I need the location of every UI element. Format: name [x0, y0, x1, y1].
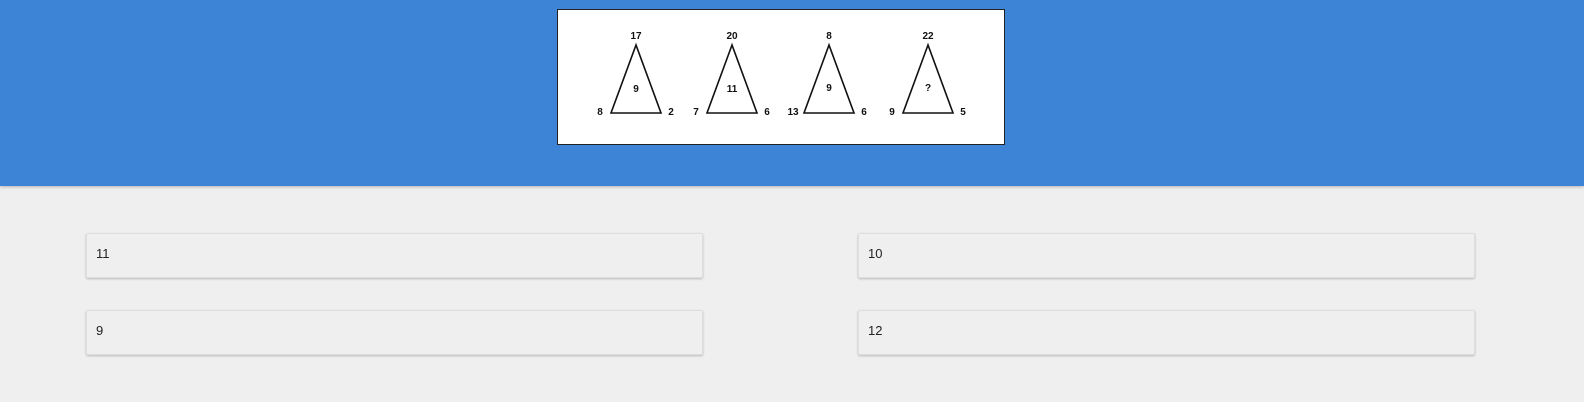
triangle-4-top: 22	[922, 31, 934, 42]
triangle-3-top: 8	[826, 31, 832, 42]
triangle-2-top: 20	[726, 31, 738, 42]
triangle-2-left: 7	[693, 107, 699, 118]
triangle-2-shape	[705, 42, 759, 114]
answer-option-4-label: 12	[868, 323, 883, 338]
answer-option-1-label: 11	[96, 246, 110, 261]
triangle-4-right: 5	[960, 107, 966, 118]
answer-option-2-label: 10	[868, 246, 883, 261]
answer-option-2[interactable]: 10	[858, 233, 1475, 278]
triangle-4-left: 9	[889, 107, 895, 118]
triangle-4-center: ?	[925, 83, 931, 94]
answer-option-4[interactable]: 12	[858, 310, 1475, 355]
triangle-1-shape	[609, 42, 663, 114]
triangle-1: 17 9 8 2	[597, 31, 674, 118]
triangle-1-right: 2	[668, 107, 674, 118]
triangle-3-left: 13	[787, 107, 799, 118]
triangle-puzzle: 17 9 8 2 20 11 7 6 8 9 13 6 22 ? 9 5	[597, 31, 966, 118]
triangle-2-center: 11	[727, 84, 738, 95]
triangle-3: 8 9 13 6	[787, 31, 867, 118]
answer-option-3[interactable]: 9	[86, 310, 703, 355]
triangle-2: 20 11 7 6	[693, 31, 770, 118]
triangle-3-center: 9	[826, 83, 832, 94]
answer-option-3-label: 9	[96, 323, 104, 338]
triangle-3-right: 6	[861, 107, 867, 118]
puzzle-image: 17 9 8 2 20 11 7 6 8 9 13 6 22 ? 9 5	[557, 9, 1005, 145]
header-banner: 17 9 8 2 20 11 7 6 8 9 13 6 22 ? 9 5	[0, 0, 1584, 186]
triangle-4-shape	[901, 42, 955, 114]
answer-option-1[interactable]: 11	[86, 233, 703, 278]
triangle-1-left: 8	[597, 107, 603, 118]
triangle-3-shape	[802, 42, 856, 114]
triangle-4: 22 ? 9 5	[889, 31, 966, 118]
triangle-1-center: 9	[633, 84, 639, 95]
triangle-1-top: 17	[630, 31, 642, 42]
triangle-2-right: 6	[764, 107, 770, 118]
